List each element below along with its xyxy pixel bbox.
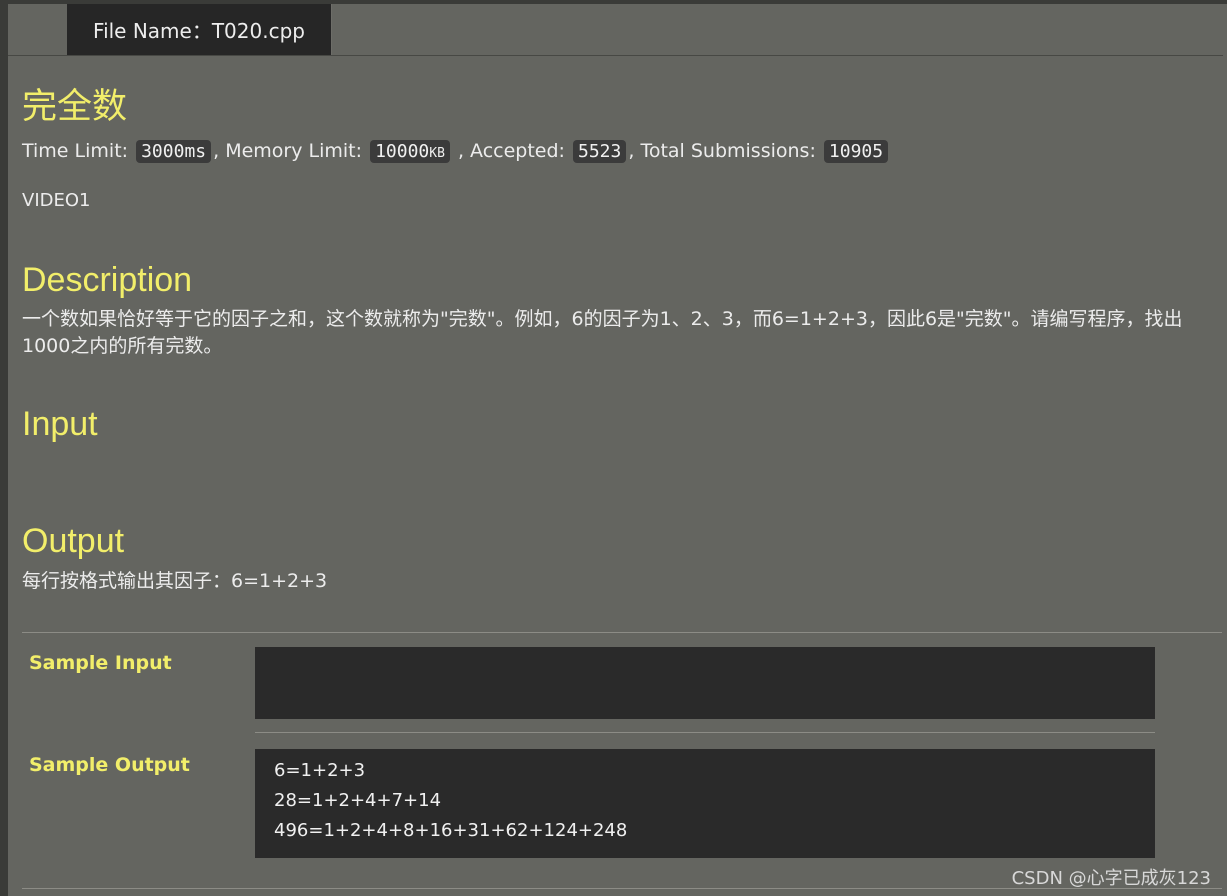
file-tab[interactable]: File Name：T020.cpp: [67, 4, 332, 55]
sample-input-label: Sample Input: [29, 652, 172, 674]
total-submissions-value: 10905: [823, 140, 889, 163]
samples-divider-top: [22, 632, 1222, 633]
sample-output-line: 6=1+2+3: [274, 760, 366, 781]
output-heading: Output: [22, 522, 125, 560]
problem-title: 完全数: [22, 87, 128, 127]
time-limit-chip: 3000ms: [136, 140, 212, 163]
memory-limit-unit: KB: [429, 146, 445, 161]
accepted-value: 5523: [573, 140, 627, 163]
csdn-watermark: CSDN @心字已成灰123: [1011, 868, 1211, 889]
description-text: 一个数如果恰好等于它的因子之和，这个数就称为"完数"。例如，6的因子为1、2、3…: [22, 308, 1183, 357]
problem-meta: Time Limit: 3000ms, Memory Limit: 10000K…: [22, 140, 890, 163]
sample-output-line: 28=1+2+4+7+14: [274, 790, 442, 811]
time-limit-value: 3000: [141, 141, 185, 162]
description-heading: Description: [22, 261, 193, 299]
accepted-label: , Accepted:: [451, 140, 571, 162]
total-submissions-label: , Total Submissions:: [628, 140, 822, 162]
file-tab-label: File Name：T020.cpp: [93, 19, 305, 43]
time-limit-label: Time Limit:: [22, 140, 135, 162]
sample-input-box[interactable]: [255, 647, 1155, 719]
samples-divider-middle: [255, 732, 1155, 733]
sample-output-label: Sample Output: [29, 754, 190, 776]
input-heading: Input: [22, 405, 98, 443]
output-text: 每行按格式输出其因子：6=1+2+3: [22, 570, 328, 592]
memory-limit-chip: 10000KB: [370, 140, 450, 163]
window-left-border: [0, 0, 8, 896]
sample-output-line: 496=1+2+4+8+16+31+62+124+248: [274, 820, 628, 841]
time-limit-unit: ms: [184, 141, 207, 162]
sample-output-box[interactable]: 6=1+2+3 28=1+2+4+7+14 496=1+2+4+8+16+31+…: [255, 749, 1155, 858]
memory-limit-value: 10000: [375, 141, 430, 162]
tab-strip-divider: [8, 55, 1223, 56]
video-link[interactable]: VIDEO1: [22, 190, 90, 211]
memory-limit-label: , Memory Limit:: [213, 140, 369, 162]
